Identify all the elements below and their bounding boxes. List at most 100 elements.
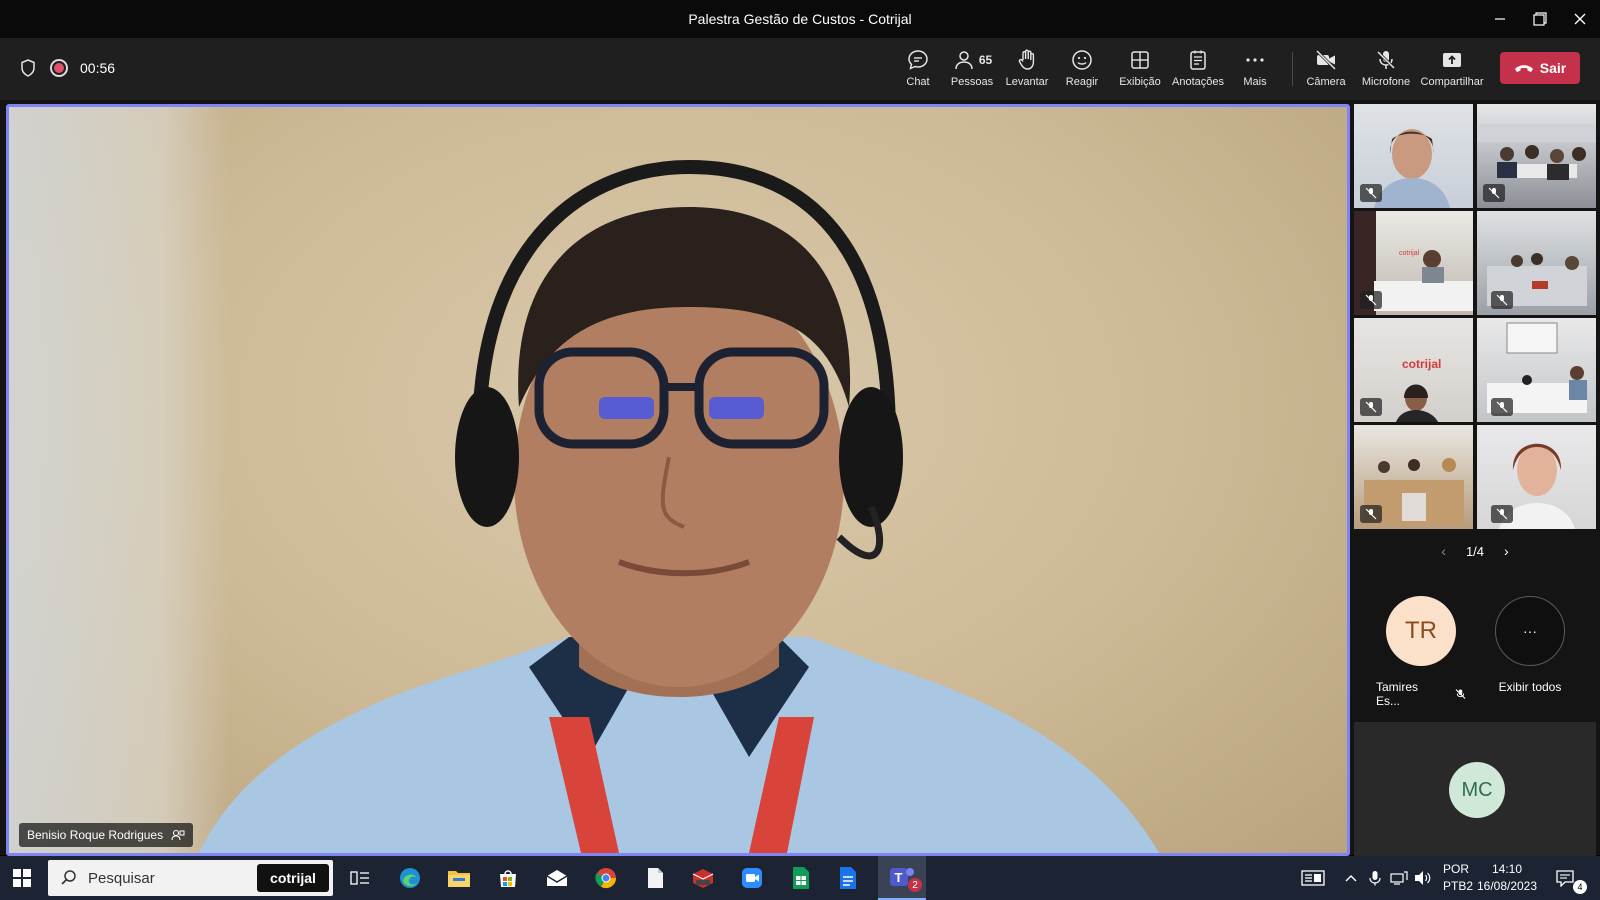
- task-view-icon[interactable]: [345, 864, 375, 892]
- page-indicator: 1/4: [1465, 543, 1485, 559]
- notes-button[interactable]: Anotações: [1171, 48, 1225, 94]
- participant-tile-mc[interactable]: MC: [1354, 722, 1596, 856]
- edge-browser-icon[interactable]: [395, 864, 425, 892]
- share-button[interactable]: Compartilhar: [1420, 48, 1484, 94]
- main-speaker-video[interactable]: Benisio Roque Rodrigues: [6, 104, 1350, 856]
- video-tile[interactable]: [1477, 425, 1596, 529]
- muted-mic-icon: [1360, 184, 1382, 202]
- chat-label: Chat: [906, 76, 930, 88]
- people-count: 65: [978, 53, 993, 67]
- video-tile[interactable]: [1477, 211, 1596, 315]
- chevron-right-icon[interactable]: ›: [1504, 543, 1509, 559]
- language-code: POR: [1443, 862, 1470, 876]
- chrome-icon[interactable]: [591, 864, 621, 892]
- network-icon[interactable]: [1388, 864, 1410, 892]
- camera-button[interactable]: Câmera: [1306, 48, 1346, 94]
- show-all-label: Exibir todos: [1498, 680, 1562, 694]
- layout-icon: [1131, 51, 1149, 69]
- participant-tamires[interactable]: TR Tamires Es...: [1376, 596, 1466, 708]
- language-indicator[interactable]: POR PTB2: [1443, 861, 1473, 895]
- windows-start-icon[interactable]: [12, 868, 32, 888]
- search-placeholder: Pesquisar: [88, 869, 155, 887]
- restore-icon[interactable]: [1528, 8, 1552, 30]
- microphone-button[interactable]: Microfone: [1360, 48, 1412, 94]
- video-tile[interactable]: [1354, 104, 1473, 208]
- video-tile[interactable]: [1477, 104, 1596, 208]
- avatar: TR: [1386, 596, 1456, 666]
- chevron-up-icon[interactable]: [1342, 864, 1360, 892]
- video-tile[interactable]: cotrijal: [1354, 318, 1473, 422]
- react-label: Reagir: [1065, 76, 1099, 88]
- camera-off-icon: [1315, 49, 1337, 71]
- news-widget-icon[interactable]: [1298, 864, 1328, 892]
- brand-text: cotrijal: [1402, 357, 1441, 371]
- show-all-button[interactable]: ··· Exibir todos: [1490, 596, 1570, 694]
- more-button[interactable]: Mais: [1240, 48, 1270, 94]
- keyboard-layout: PTB2: [1443, 879, 1474, 893]
- teams-taskbar-button[interactable]: T 2: [878, 856, 926, 900]
- notes-icon: [1190, 50, 1206, 70]
- muted-mic-icon: [1491, 505, 1513, 523]
- people-button[interactable]: 65 Pessoas: [950, 48, 994, 94]
- more-icon: ···: [1495, 596, 1565, 666]
- windows-taskbar: Pesquisar cotrijal T 2 POR PTB2 14:10 16…: [0, 856, 1600, 900]
- chat-button[interactable]: Chat: [900, 48, 936, 94]
- camera-label: Câmera: [1306, 76, 1346, 88]
- leave-label: Sair: [1539, 60, 1567, 76]
- mic-off-icon: [1376, 50, 1396, 70]
- people-label: Pessoas: [950, 76, 994, 88]
- window-title: Palestra Gestão de Custos - Cotrijal: [688, 11, 912, 27]
- video-tile[interactable]: cotrijal: [1354, 211, 1473, 315]
- zoom-app-icon[interactable]: [737, 864, 767, 892]
- toolbar-divider: [1292, 52, 1293, 86]
- volume-icon[interactable]: [1412, 864, 1434, 892]
- muted-mic-icon: [1483, 184, 1505, 202]
- leave-button[interactable]: Sair: [1500, 52, 1580, 84]
- store-icon[interactable]: [493, 864, 523, 892]
- muted-mic-icon: [1491, 291, 1513, 309]
- pin-icon[interactable]: [171, 829, 185, 841]
- raise-hand-icon: [1018, 49, 1035, 70]
- muted-mic-icon: [1360, 291, 1382, 309]
- title-bar: Palestra Gestão de Custos - Cotrijal: [0, 0, 1600, 38]
- mail-icon[interactable]: [542, 864, 572, 892]
- close-icon[interactable]: [1568, 8, 1592, 30]
- participant-name: Tamires Es...: [1376, 680, 1419, 708]
- spreadsheet-icon[interactable]: [786, 864, 816, 892]
- raise-hand-label: Levantar: [1005, 76, 1049, 88]
- app-box-icon[interactable]: [688, 864, 718, 892]
- search-icon: [61, 870, 76, 885]
- share-label: Compartilhar: [1420, 76, 1484, 88]
- hang-up-icon: [1514, 65, 1533, 72]
- avatar: MC: [1449, 762, 1505, 818]
- speaker-name-tag: Benisio Roque Rodrigues: [19, 823, 194, 847]
- muted-mic-icon: [1491, 398, 1513, 416]
- taskbar-search[interactable]: Pesquisar cotrijal: [48, 860, 333, 896]
- notification-count: 4: [1573, 880, 1587, 894]
- video-tile[interactable]: [1354, 425, 1473, 529]
- recording-icon: [50, 59, 68, 77]
- more-label: Mais: [1243, 76, 1267, 88]
- video-tile[interactable]: [1477, 318, 1596, 422]
- meeting-timer: 00:56: [80, 60, 116, 76]
- word-doc-icon[interactable]: [833, 864, 863, 892]
- minimize-icon[interactable]: [1488, 8, 1512, 30]
- notes-label: Anotações: [1172, 76, 1224, 88]
- shield-icon[interactable]: [18, 58, 38, 78]
- document-icon[interactable]: [640, 864, 670, 892]
- smiley-icon: [1072, 50, 1092, 70]
- react-button[interactable]: Reagir: [1064, 48, 1100, 94]
- view-button[interactable]: Exibição: [1118, 48, 1162, 94]
- chevron-left-icon[interactable]: ‹: [1441, 543, 1446, 559]
- clock-time: 14:10: [1491, 862, 1523, 876]
- teams-badge: 2: [908, 878, 922, 892]
- file-explorer-icon[interactable]: [444, 864, 474, 892]
- raise-hand-button[interactable]: Levantar: [1004, 48, 1050, 94]
- muted-mic-icon: [1360, 398, 1382, 416]
- people-icon: [955, 51, 973, 70]
- meeting-toolbar: 00:56 Chat 65 Pessoas Levantar Reagir Ex…: [0, 38, 1600, 100]
- microphone-tray-icon[interactable]: [1366, 864, 1384, 892]
- gallery-pager: ‹ 1/4 ›: [1354, 541, 1596, 561]
- muted-mic-icon: [1455, 689, 1466, 699]
- system-clock[interactable]: 14:10 16/08/2023: [1470, 861, 1544, 895]
